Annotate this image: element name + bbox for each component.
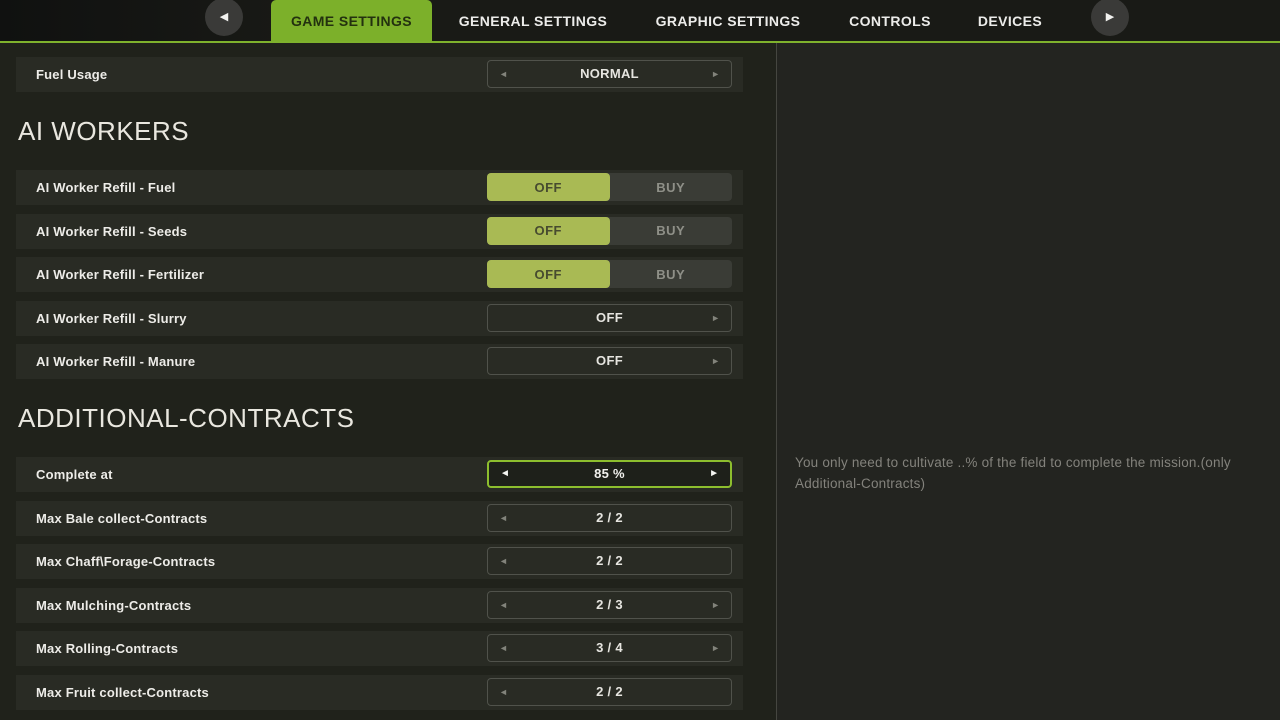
setting-label: Max Chaff\Forage-Contracts [36,544,215,579]
setting-row-max-mulching-contracts: Max Mulching-Contracts ◄ 2 / 3 ► [16,588,743,623]
toggle-off-button[interactable]: OFF [487,173,610,201]
tab-label: GAME SETTINGS [291,13,412,29]
setting-row-complete-at: Complete at ◄ 85 % ► [16,457,743,492]
setting-row-refill-fertilizer: AI Worker Refill - Fertilizer OFF BUY [16,257,743,292]
setting-label: Max Rolling-Contracts [36,631,178,666]
arrow-left-icon: ◀ [220,11,228,23]
stepper-value: NORMAL [488,61,731,87]
setting-row-max-rolling-contracts: Max Rolling-Contracts ◄ 3 / 4 ► [16,631,743,666]
setting-label: Fuel Usage [36,57,107,92]
setting-row-fuel-usage: Fuel Usage ◄ NORMAL ► [16,57,743,92]
setting-label: AI Worker Refill - Fertilizer [36,257,204,292]
max-rolling-stepper[interactable]: ◄ 3 / 4 ► [487,634,732,662]
fuel-usage-stepper[interactable]: ◄ NORMAL ► [487,60,732,88]
toggle-buy-button[interactable]: BUY [610,260,733,288]
setting-row-refill-manure: AI Worker Refill - Manure ◄ OFF ► [16,344,743,379]
stepper-next-icon[interactable]: ► [711,348,720,374]
stepper-value: OFF [488,305,731,331]
setting-row-refill-seeds: AI Worker Refill - Seeds OFF BUY [16,214,743,249]
tab-label: DEVICES [978,13,1042,29]
tab-game-settings[interactable]: GAME SETTINGS [271,0,432,41]
max-mulching-stepper[interactable]: ◄ 2 / 3 ► [487,591,732,619]
refill-fuel-toggle: OFF BUY [487,173,732,201]
toggle-off-button[interactable]: OFF [487,217,610,245]
stepper-value: 3 / 4 [488,635,731,661]
toggle-off-button[interactable]: OFF [487,260,610,288]
stepper-value: 2 / 2 [488,679,731,705]
setting-row-max-chaff-forage-contracts: Max Chaff\Forage-Contracts ◄ 2 / 2 ► [16,544,743,579]
arrow-right-icon: ▶ [1106,11,1114,23]
refill-fertilizer-toggle: OFF BUY [487,260,732,288]
setting-label: Max Fruit collect-Contracts [36,675,209,710]
setting-label: Max Bale collect-Contracts [36,501,207,536]
setting-label: AI Worker Refill - Manure [36,344,195,379]
setting-row-max-bale-contracts: Max Bale collect-Contracts ◄ 2 / 2 ► [16,501,743,536]
setting-label: AI Worker Refill - Fuel [36,170,175,205]
setting-row-refill-slurry: AI Worker Refill - Slurry ◄ OFF ► [16,301,743,336]
tab-label: GRAPHIC SETTINGS [656,13,801,29]
setting-label: AI Worker Refill - Slurry [36,301,187,336]
stepper-value: 2 / 2 [488,548,731,574]
stepper-next-icon[interactable]: ► [711,592,720,618]
settings-tab-bar: ◀ GAME SETTINGS GENERAL SETTINGS GRAPHIC… [0,0,1280,43]
stepper-value: OFF [488,348,731,374]
setting-row-refill-fuel: AI Worker Refill - Fuel OFF BUY [16,170,743,205]
stepper-next-icon[interactable]: ► [711,305,720,331]
settings-content: Fuel Usage ◄ NORMAL ► AI WORKERS AI Work… [0,43,1280,720]
setting-label: Max Mulching-Contracts [36,588,191,623]
help-panel: You only need to cultivate ..% of the fi… [778,43,1280,720]
toggle-buy-button[interactable]: BUY [610,217,733,245]
stepper-next-icon[interactable]: ► [709,462,719,486]
refill-manure-stepper[interactable]: ◄ OFF ► [487,347,732,375]
settings-list-panel: Fuel Usage ◄ NORMAL ► AI WORKERS AI Work… [0,43,777,720]
tabs-next-button[interactable]: ▶ [1091,0,1129,36]
section-title-additional-contracts: ADDITIONAL-CONTRACTS [18,400,743,436]
stepper-value: 85 % [489,462,730,486]
setting-label: Complete at [36,457,113,492]
refill-slurry-stepper[interactable]: ◄ OFF ► [487,304,732,332]
stepper-next-icon[interactable]: ► [711,635,720,661]
tabs-prev-button[interactable]: ◀ [205,0,243,36]
max-chaff-forage-stepper[interactable]: ◄ 2 / 2 ► [487,547,732,575]
stepper-value: 2 / 2 [488,505,731,531]
toggle-buy-button[interactable]: BUY [610,173,733,201]
section-title-ai-workers: AI WORKERS [18,113,743,149]
stepper-next-icon[interactable]: ► [711,61,720,87]
setting-help-text: You only need to cultivate ..% of the fi… [795,453,1273,495]
tab-graphic-settings[interactable]: GRAPHIC SETTINGS [656,0,801,41]
tab-label: GENERAL SETTINGS [459,13,608,29]
tab-label: CONTROLS [849,13,931,29]
max-bale-stepper[interactable]: ◄ 2 / 2 ► [487,504,732,532]
setting-label: AI Worker Refill - Seeds [36,214,187,249]
setting-row-max-fruit-contracts: Max Fruit collect-Contracts ◄ 2 / 2 ► [16,675,743,710]
tab-general-settings[interactable]: GENERAL SETTINGS [459,0,608,41]
max-fruit-stepper[interactable]: ◄ 2 / 2 ► [487,678,732,706]
refill-seeds-toggle: OFF BUY [487,217,732,245]
tab-devices[interactable]: DEVICES [978,0,1042,41]
complete-at-stepper[interactable]: ◄ 85 % ► [487,460,732,488]
stepper-value: 2 / 3 [488,592,731,618]
tab-controls[interactable]: CONTROLS [849,0,931,41]
